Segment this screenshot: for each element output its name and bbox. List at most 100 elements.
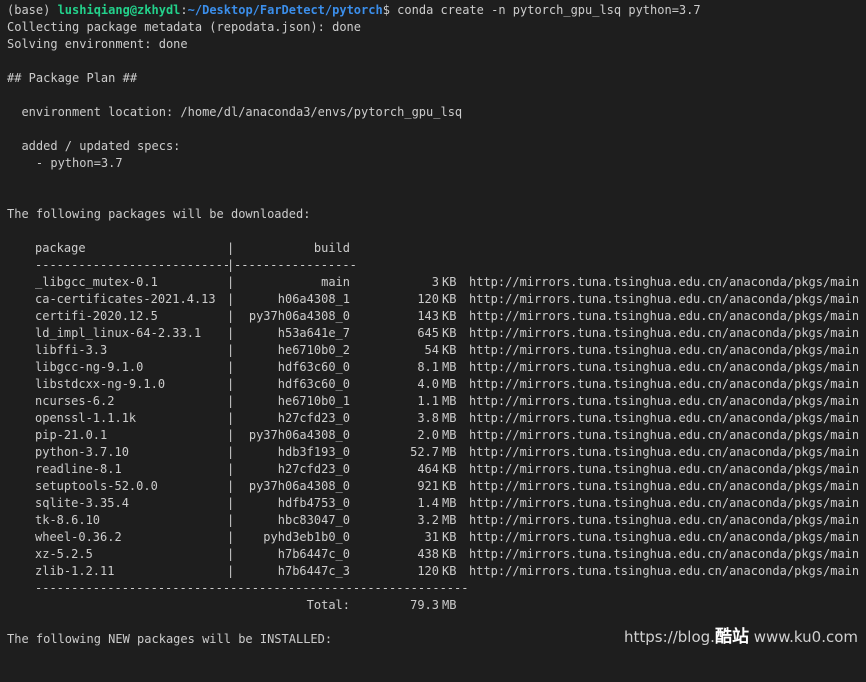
watermark-suffix: www.ku0.com [748,628,858,646]
package-size-unit: MB [442,377,457,391]
package-size-unit: KB [442,564,457,578]
package-channel-url: http://mirrors.tuna.tsinghua.edu.cn/anac… [469,326,860,340]
conda-env: (base) [7,3,58,17]
table-total-row: Total: 79.3 MB [7,597,866,614]
package-size: 464 [417,462,439,476]
package-build: he6710b0_2 [277,343,350,357]
prompt-path: ~/Desktop/FarDetect/pytorch [187,3,383,17]
package-build: h53a641e_7 [277,326,350,340]
package-size: 120 [417,292,439,306]
table-row: pip-21.0.1 | py37h06a4308_0 2.0 MB http://mir… [7,427,866,444]
table-row: zlib-1.2.11 | h7b6447c_3 120 KB http://mirror… [7,563,866,580]
package-build: h27cfd23_0 [277,462,350,476]
package-size-unit: MB [442,513,457,527]
table-row: xz-5.2.5 | h7b6447c_0 438 KB http://mirrors.t… [7,546,866,563]
package-plan-header: ## Package Plan ## [7,71,138,85]
package-size-unit: KB [442,530,457,544]
package-channel-url: http://mirrors.tuna.tsinghua.edu.cn/anac… [469,394,860,408]
package-size-unit: KB [442,309,457,323]
package-size: 4.0 [417,377,439,391]
terminal-output[interactable]: (base) lushiqiang@zkhydl:~/Desktop/FarDe… [0,0,866,653]
prompt-dollar: $ [382,3,398,17]
package-size: 921 [417,479,439,493]
package-table: package | build ------------------------… [7,240,866,614]
total-size: 79.3 [410,598,439,612]
package-size-unit: MB [442,360,457,374]
package-build: hdfb4753_0 [277,496,350,510]
package-build: py37h06a4308_0 [248,309,350,323]
package-channel-url: http://mirrors.tuna.tsinghua.edu.cn/anac… [469,360,860,374]
package-size: 3 [431,275,439,289]
package-size: 31 [424,530,439,544]
prompt-user-host: lushiqiang@zkhydl [57,3,181,17]
table-row: certifi-2020.12.5 | py37h06a4308_0 143 KB htt… [7,308,866,325]
package-channel-url: http://mirrors.tuna.tsinghua.edu.cn/anac… [469,309,860,323]
package-size-unit: KB [442,547,457,561]
table-row: ld_impl_linux-64-2.33.1 | h53a641e_7 645 KB h… [7,325,866,342]
package-channel-url: http://mirrors.tuna.tsinghua.edu.cn/anac… [469,479,860,493]
environment-location: environment location: /home/dl/anaconda3… [7,105,463,119]
package-size-unit: MB [442,394,457,408]
package-size: 3.2 [417,513,439,527]
package-size: 2.0 [417,428,439,442]
table-row: libffi-3.3 | he6710b0_2 54 KB http://mirrors.… [7,342,866,359]
package-channel-url: http://mirrors.tuna.tsinghua.edu.cn/anac… [469,428,860,442]
package-size: 438 [417,547,439,561]
table-header: package | build [7,240,866,257]
table-footer-divider: ----------------------------------------… [7,580,866,597]
watermark: https://blog.酷站 www.ku0.com [624,622,858,647]
package-build: hbc83047_0 [277,513,350,527]
added-specs-header: added / updated specs: [7,139,181,153]
table-row: setuptools-52.0.0 | py37h06a4308_0 921 KB htt… [7,478,866,495]
spec-item: - python=3.7 [7,156,123,170]
output-solving: Solving environment: done [7,37,188,51]
package-size: 54 [424,343,439,357]
package-size-unit: KB [442,462,457,476]
package-build: pyhd3eb1b0_0 [263,530,350,544]
table-row: libstdcxx-ng-9.1.0 | hdf63c60_0 4.0 MB http:/… [7,376,866,393]
watermark-brand: 酷站 [714,627,749,647]
prompt-separator: : [180,3,188,17]
package-channel-url: http://mirrors.tuna.tsinghua.edu.cn/anac… [469,462,860,476]
package-build: hdb3f193_0 [277,445,350,459]
package-size: 120 [417,564,439,578]
divider-right: ----------------- [234,258,357,272]
footer-divider: ----------------------------------------… [35,581,469,595]
package-build: h06a4308_1 [277,292,350,306]
table-rows: _libgcc_mutex-0.1 | main 3 KB http://mirrors.… [7,274,866,580]
package-channel-url: http://mirrors.tuna.tsinghua.edu.cn/anac… [469,547,860,561]
package-channel-url: http://mirrors.tuna.tsinghua.edu.cn/anac… [469,275,860,289]
package-size: 8.1 [417,360,439,374]
package-size-unit: KB [442,479,457,493]
package-size-unit: MB [442,411,457,425]
package-build: hdf63c60_0 [277,377,350,391]
package-size: 52.7 [410,445,439,459]
watermark-prefix: https://blog. [624,628,715,646]
table-row: _libgcc_mutex-0.1 | main 3 KB http://mirrors.… [7,274,866,291]
package-build: h7b6447c_0 [277,547,350,561]
package-size: 645 [417,326,439,340]
package-channel-url: http://mirrors.tuna.tsinghua.edu.cn/anac… [469,411,860,425]
package-build: h7b6447c_3 [277,564,350,578]
package-build: main [321,275,350,289]
table-row: readline-8.1 | h27cfd23_0 464 KB http://mirro… [7,461,866,478]
package-channel-url: http://mirrors.tuna.tsinghua.edu.cn/anac… [469,377,860,391]
package-channel-url: http://mirrors.tuna.tsinghua.edu.cn/anac… [469,496,860,510]
column-header-build: build [313,241,350,255]
package-channel-url: http://mirrors.tuna.tsinghua.edu.cn/anac… [469,530,860,544]
package-channel-url: http://mirrors.tuna.tsinghua.edu.cn/anac… [469,445,860,459]
package-channel-url: http://mirrors.tuna.tsinghua.edu.cn/anac… [469,513,860,527]
prompt-line: (base) lushiqiang@zkhydl:~/Desktop/FarDe… [7,2,866,19]
package-build: hdf63c60_0 [277,360,350,374]
package-size: 3.8 [417,411,439,425]
table-row: python-3.7.10 | hdb3f193_0 52.7 MB http://mir… [7,444,866,461]
table-row: openssl-1.1.1k | h27cfd23_0 3.8 MB http://mir… [7,410,866,427]
package-size: 143 [417,309,439,323]
download-header: The following packages will be downloade… [7,207,311,221]
package-build: py37h06a4308_0 [248,479,350,493]
table-row: ca-certificates-2021.4.13 | h06a4308_1 120 K… [7,291,866,308]
